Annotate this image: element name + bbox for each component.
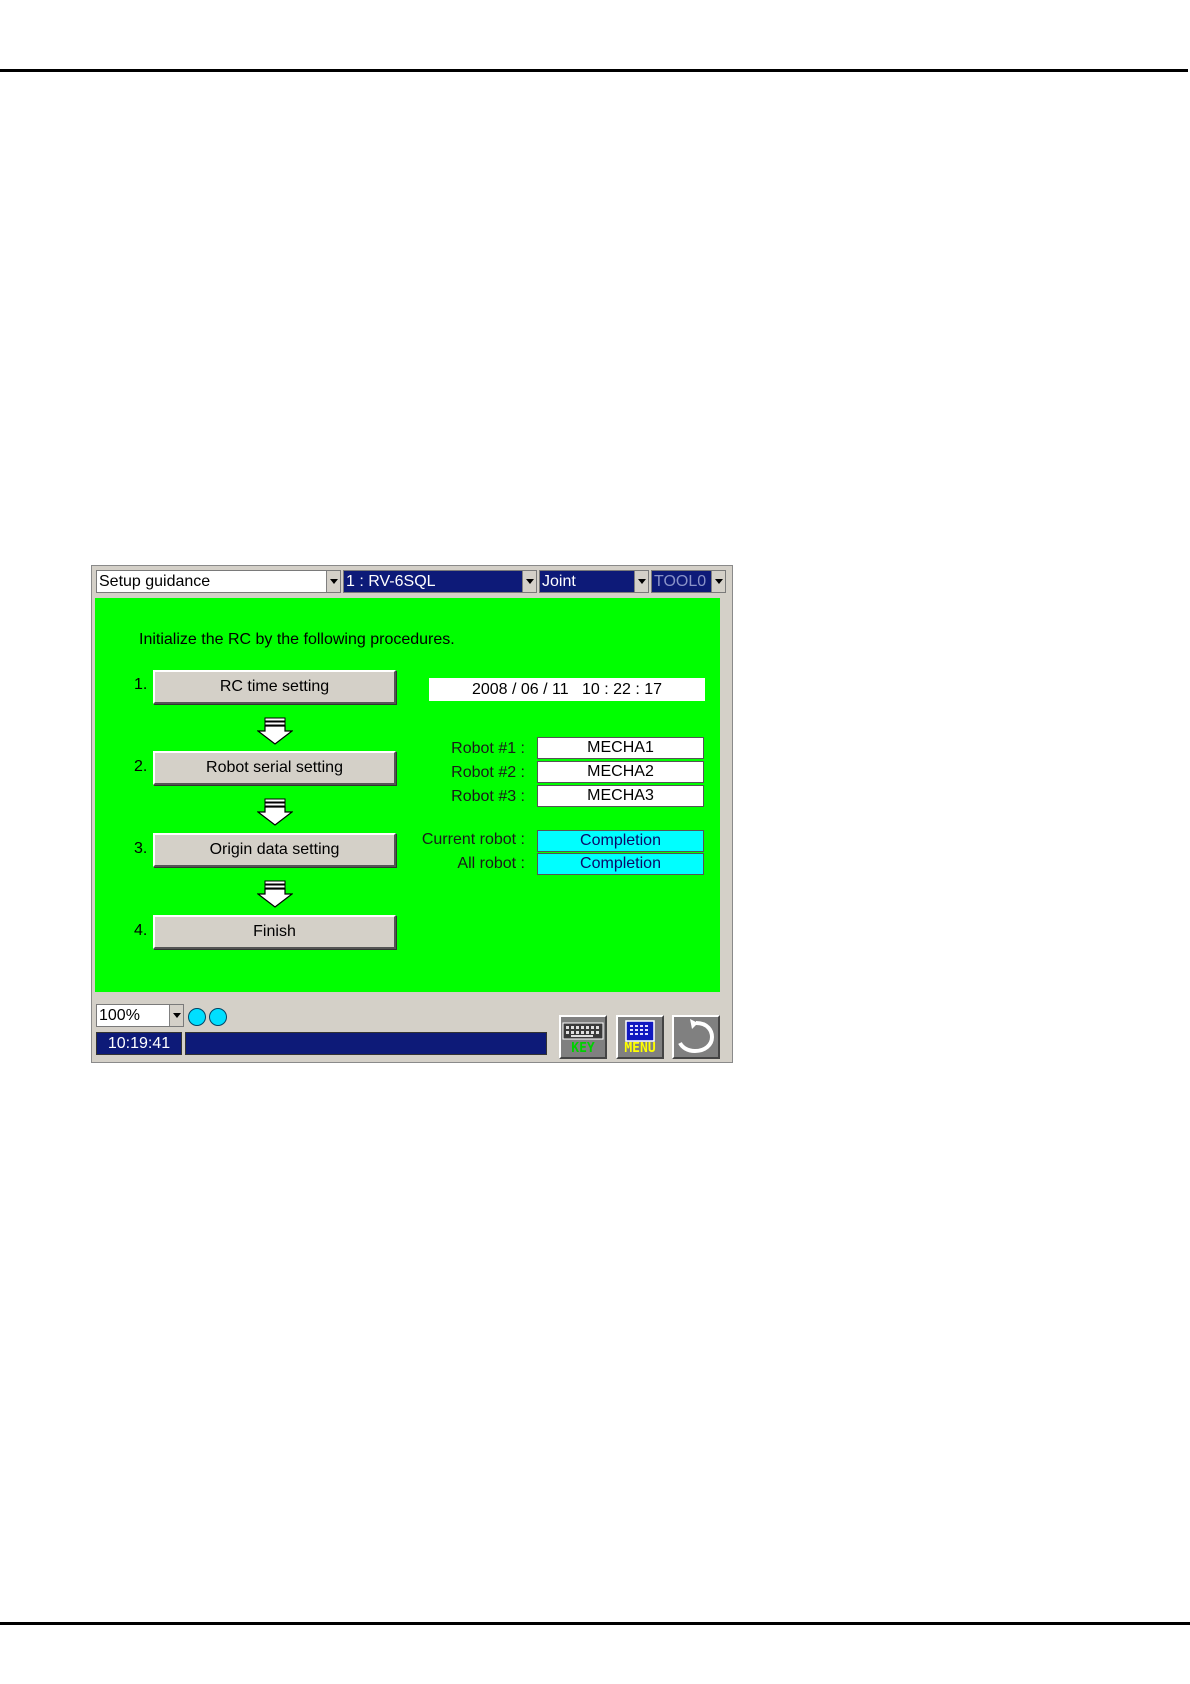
- tool-select-label: TOOL0: [654, 573, 707, 590]
- zoom-select[interactable]: 100%: [96, 1004, 184, 1027]
- status-bar: [185, 1032, 547, 1055]
- robot-serial-setting-button[interactable]: Robot serial setting: [153, 751, 396, 785]
- chevron-down-icon[interactable]: [634, 571, 648, 592]
- clock-display: 10:19:41: [96, 1032, 182, 1055]
- indicator-led: [209, 1008, 227, 1026]
- chevron-down-icon[interactable]: [522, 571, 536, 592]
- date-time-display: 2008 / 06 / 11 10 : 22 : 17: [429, 678, 705, 701]
- down-arrow-icon: [257, 798, 293, 826]
- robot-label: Robot #3 :: [451, 788, 525, 805]
- menu-icon: [625, 1020, 655, 1042]
- zoom-value: 100%: [99, 1007, 140, 1024]
- robot-label: Robot #2 :: [451, 764, 525, 781]
- robot-select-label: 1 : RV-6SQL: [346, 573, 436, 590]
- step-number: 3.: [134, 840, 148, 857]
- robot-select[interactable]: 1 : RV-6SQL: [343, 570, 537, 593]
- robot-serial-field: MECHA2: [537, 761, 704, 783]
- mode-select-label: Setup guidance: [99, 573, 211, 590]
- mode-select[interactable]: Setup guidance: [96, 570, 341, 593]
- bottom-rule: [0, 1622, 1190, 1625]
- menu-button[interactable]: MENU: [616, 1015, 664, 1059]
- coordinate-select-label: Joint: [542, 573, 576, 590]
- step-number: 2.: [134, 758, 148, 775]
- menu-button-label: MENU: [624, 1041, 656, 1056]
- instruction-text: Initialize the RC by the following proce…: [139, 631, 455, 648]
- keyboard-button[interactable]: KEY: [559, 1015, 607, 1059]
- robot-serial-field: MECHA1: [537, 737, 704, 759]
- chevron-down-icon[interactable]: [169, 1005, 183, 1026]
- return-button[interactable]: [672, 1015, 720, 1059]
- key-button-label: KEY: [571, 1041, 595, 1056]
- step-number: 4.: [134, 922, 148, 939]
- origin-data-setting-button[interactable]: Origin data setting: [153, 833, 396, 867]
- teaching-pendant-window: Setup guidance 1 : RV-6SQL Joint TOOL0 I…: [91, 565, 733, 1063]
- robot-serial-field: MECHA3: [537, 785, 704, 807]
- finish-button[interactable]: Finish: [153, 915, 396, 949]
- setup-guidance-panel: Initialize the RC by the following proce…: [95, 598, 720, 992]
- current-robot-status: Completion: [537, 830, 704, 852]
- all-robot-status: Completion: [537, 853, 704, 875]
- keyboard-icon: [562, 1022, 604, 1040]
- robot-label: Robot #1 :: [451, 740, 525, 757]
- chevron-down-icon[interactable]: [326, 571, 340, 592]
- rc-time-setting-button[interactable]: RC time setting: [153, 670, 396, 704]
- tool-select: TOOL0: [651, 570, 726, 593]
- chevron-down-icon: [711, 571, 725, 592]
- indicator-led: [188, 1008, 206, 1026]
- all-robot-label: All robot :: [457, 855, 525, 872]
- down-arrow-icon: [257, 880, 293, 908]
- current-robot-label: Current robot :: [421, 831, 525, 848]
- coordinate-select[interactable]: Joint: [539, 570, 649, 593]
- down-arrow-icon: [257, 717, 293, 745]
- top-rule: [0, 69, 1188, 72]
- step-number: 1.: [134, 676, 148, 693]
- return-icon: [678, 1019, 715, 1054]
